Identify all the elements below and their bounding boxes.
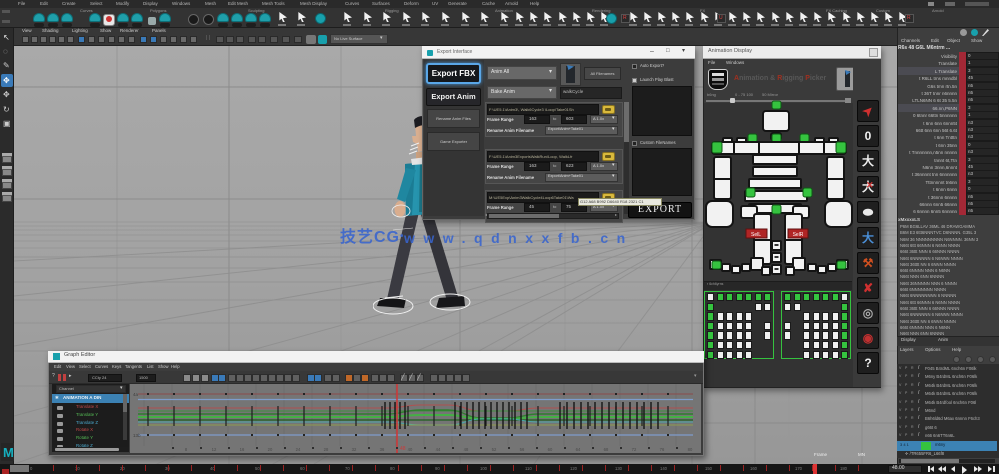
- svg-text:40: 40: [408, 447, 413, 452]
- svg-text:SelL: SelL: [751, 232, 761, 238]
- svg-text:24: 24: [296, 447, 301, 452]
- svg-text:80: 80: [688, 447, 693, 452]
- svg-text:44: 44: [436, 447, 441, 452]
- svg-text:72: 72: [632, 447, 637, 452]
- svg-text:12: 12: [212, 447, 217, 452]
- svg-text:60: 60: [548, 447, 553, 452]
- svg-text:76: 76: [660, 447, 665, 452]
- svg-text:68: 68: [604, 447, 609, 452]
- svg-text:64: 64: [576, 447, 581, 452]
- svg-text:8: 8: [185, 447, 188, 452]
- svg-text:28: 28: [324, 447, 329, 452]
- svg-text:13b: 13b: [133, 433, 141, 438]
- svg-text:52: 52: [492, 447, 497, 452]
- svg-text:48: 48: [400, 446, 406, 452]
- svg-text:20: 20: [268, 447, 273, 452]
- svg-text:56: 56: [520, 447, 525, 452]
- svg-text:16: 16: [240, 447, 245, 452]
- svg-text:32: 32: [352, 447, 357, 452]
- svg-text:48: 48: [464, 447, 469, 452]
- svg-text:36: 36: [380, 447, 385, 452]
- svg-text:4a: 4a: [133, 392, 139, 397]
- svg-text:SelR: SelR: [793, 232, 804, 238]
